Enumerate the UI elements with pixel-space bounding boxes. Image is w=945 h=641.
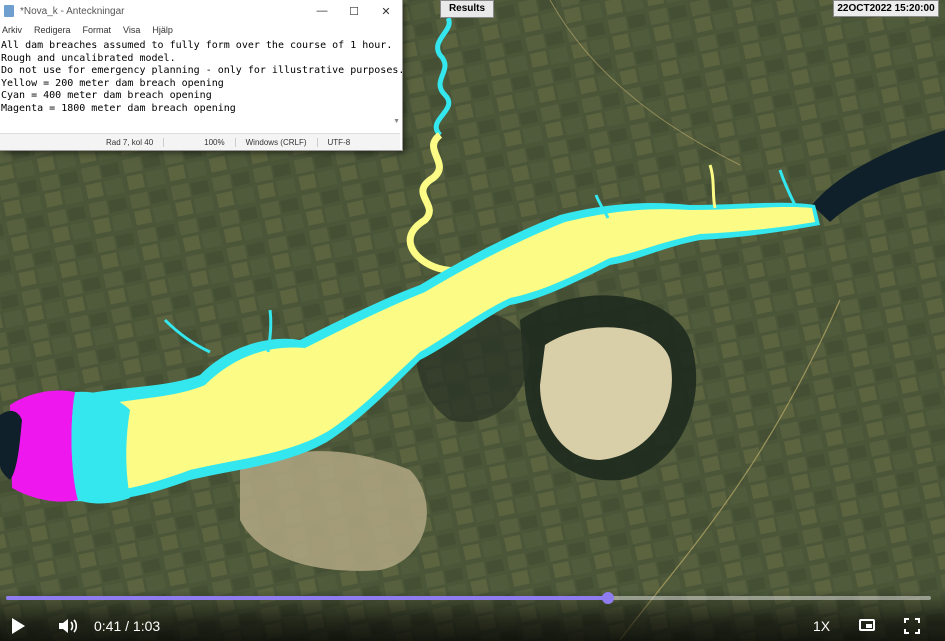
video-controls: 0:41 / 1:03 1X: [0, 590, 945, 641]
notepad-window[interactable]: *Nova_k - Anteckningar — ☐ ✕ Arkiv Redig…: [0, 0, 403, 151]
notepad-titlebar[interactable]: *Nova_k - Anteckningar — ☐ ✕: [0, 0, 402, 22]
text-line: All dam breaches assumed to fully form o…: [1, 40, 393, 51]
simulation-timestamp: 22OCT2022 15:20:00: [833, 0, 939, 17]
flood-magenta: [10, 390, 78, 502]
encoding: UTF-8: [316, 137, 361, 147]
menu-arkiv[interactable]: Arkiv: [2, 25, 22, 35]
menu-redigera[interactable]: Redigera: [34, 25, 71, 35]
progress-track[interactable]: [6, 592, 931, 604]
scroll-down-icon[interactable]: ▼: [393, 118, 400, 125]
progress-knob[interactable]: [601, 592, 614, 604]
notepad-text-area[interactable]: All dam breaches assumed to fully form o…: [0, 37, 402, 135]
progress-fill: [6, 596, 608, 600]
playback-speed-button[interactable]: 1X: [813, 618, 830, 634]
notepad-title: *Nova_k - Anteckningar: [20, 5, 125, 17]
pip-icon[interactable]: [859, 619, 875, 631]
menu-format[interactable]: Format: [83, 25, 112, 35]
text-line: Cyan = 400 meter dam breach opening: [1, 90, 212, 102]
maximize-button[interactable]: ☐: [338, 5, 370, 18]
notepad-menubar: Arkiv Redigera Format Visa Hjälp: [0, 22, 402, 37]
text-line: Rough and uncalibrated model.: [1, 52, 176, 64]
volume-icon[interactable]: [57, 617, 79, 635]
close-button[interactable]: ✕: [370, 5, 402, 18]
flood-cyan-west: [71, 391, 130, 504]
minimize-button[interactable]: —: [306, 5, 338, 17]
video-frame: *Nova_k - Anteckningar — ☐ ✕ Arkiv Redig…: [0, 0, 945, 641]
menu-visa[interactable]: Visa: [123, 25, 140, 35]
text-line: Magenta = 1800 meter dam breach opening: [1, 102, 236, 114]
zoom-level: 100%: [163, 137, 234, 147]
results-label: Results: [440, 0, 494, 18]
play-icon[interactable]: [12, 618, 25, 634]
fullscreen-icon[interactable]: [904, 618, 920, 634]
text-line: Yellow = 200 meter dam breach opening: [1, 77, 224, 89]
text-line: Do not use for emergency planning - only…: [1, 65, 402, 77]
menu-hjalp[interactable]: Hjälp: [152, 25, 173, 35]
notepad-icon: [4, 5, 14, 17]
time-display: 0:41 / 1:03: [94, 618, 161, 634]
cursor-position: Rad 7, kol 40: [106, 137, 154, 147]
line-endings: Windows (CRLF): [234, 137, 317, 147]
notepad-statusbar: Rad 7, kol 40 100% Windows (CRLF) UTF-8: [0, 133, 400, 150]
